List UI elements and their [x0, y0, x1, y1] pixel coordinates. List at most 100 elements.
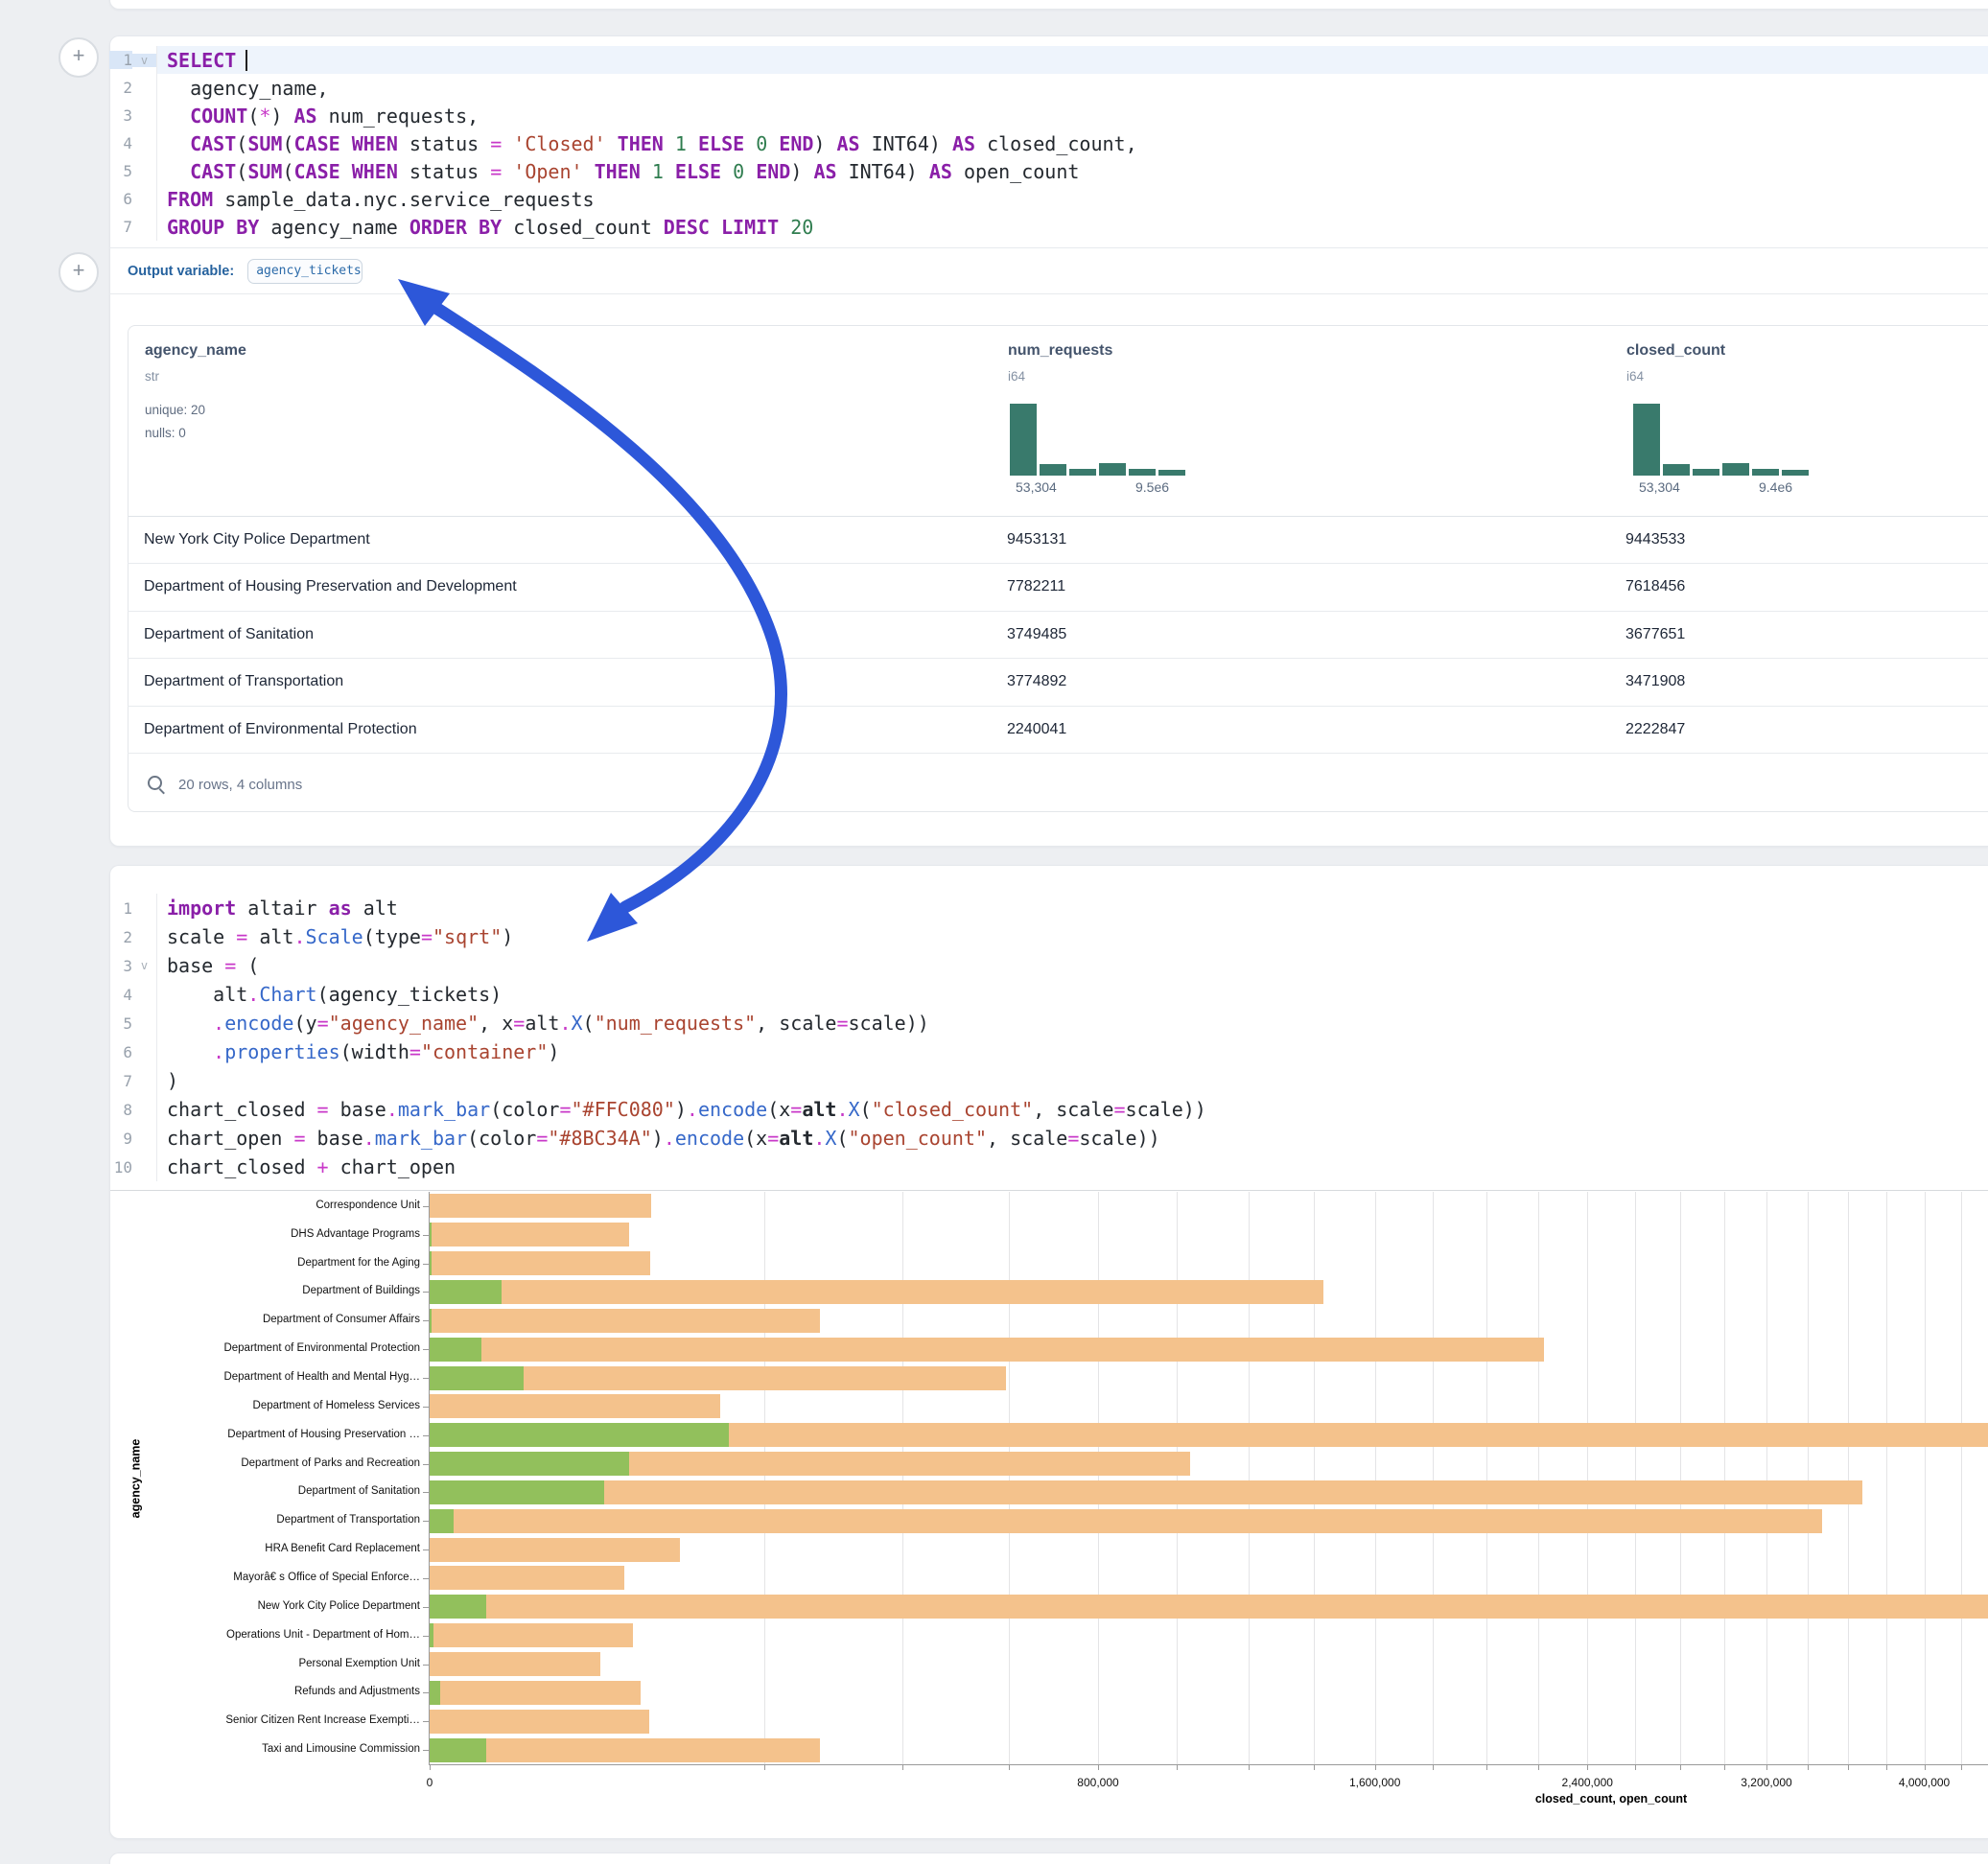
line-number: 3	[109, 957, 132, 975]
text-cursor	[246, 50, 247, 71]
add-cell-button-middle[interactable]: +	[58, 252, 99, 292]
x-axis-label: 1,600,000	[1318, 1776, 1433, 1789]
histogram-max-label: 9.4e6	[1759, 479, 1792, 495]
fold-chevron-icon[interactable]: v	[132, 54, 156, 67]
x-axis-tick	[1848, 1764, 1849, 1770]
x-axis-tick	[1098, 1764, 1099, 1770]
code-line[interactable]: 4 alt.Chart(agency_tickets)	[109, 980, 1988, 1009]
x-axis-tick	[1177, 1764, 1178, 1770]
code-line[interactable]: 1import altair as alt	[109, 894, 1988, 922]
histogram-bar	[1722, 463, 1749, 476]
bar-closed	[430, 1623, 633, 1647]
code-line[interactable]: 2 agency_name,	[109, 74, 1988, 102]
code-text: chart_closed + chart_open	[156, 1153, 1988, 1181]
gridline	[1724, 1192, 1725, 1764]
x-axis-tick	[1009, 1764, 1010, 1770]
code-line[interactable]: 7GROUP BY agency_name ORDER BY closed_co…	[109, 213, 1988, 241]
search-icon[interactable]	[146, 774, 167, 795]
x-axis-label: 2,400,000	[1530, 1776, 1645, 1789]
code-text: GROUP BY agency_name ORDER BY closed_cou…	[156, 213, 1988, 241]
bar-open	[430, 1280, 502, 1304]
table-row[interactable]: Department of Sanitation 3749485 3677651	[128, 611, 1988, 660]
y-axis-label: Department for the Aging	[144, 1257, 420, 1269]
x-axis-tick	[1314, 1764, 1315, 1770]
code-line[interactable]: 4 CAST(SUM(CASE WHEN status = 'Closed' T…	[109, 129, 1988, 157]
bar-open	[430, 1681, 440, 1705]
gridline	[1925, 1192, 1926, 1764]
x-axis-tick	[1486, 1764, 1487, 1770]
column-type-num-requests: i64	[1008, 369, 1025, 384]
code-line[interactable]: 8chart_closed = base.mark_bar(color="#FF…	[109, 1095, 1988, 1124]
code-line[interactable]: 5 CAST(SUM(CASE WHEN status = 'Open' THE…	[109, 157, 1988, 185]
line-number: 10	[109, 1158, 132, 1177]
gridline	[1587, 1192, 1588, 1764]
code-text: chart_closed = base.mark_bar(color="#FFC…	[156, 1095, 1988, 1124]
code-line[interactable]: 1vSELECT	[109, 46, 1988, 74]
gridline	[1848, 1192, 1849, 1764]
y-axis-label: Department of Buildings	[144, 1285, 420, 1296]
code-line[interactable]: 6FROM sample_data.nyc.service_requests	[109, 185, 1988, 213]
bar-closed	[430, 1309, 820, 1333]
x-axis-title: closed_count, open_count	[1467, 1792, 1755, 1806]
code-text: CAST(SUM(CASE WHEN status = 'Open' THEN …	[156, 157, 1988, 185]
code-line[interactable]: 3 COUNT(*) AS num_requests,	[109, 102, 1988, 129]
histogram-min-label: 53,304	[1639, 479, 1680, 495]
y-axis-label: Department of Sanitation	[144, 1485, 420, 1497]
code-line[interactable]: 3vbase = (	[109, 951, 1988, 980]
code-text: )	[156, 1066, 1988, 1095]
gridline	[1433, 1192, 1434, 1764]
table-footer: 20 rows, 4 columns	[128, 763, 302, 805]
code-line[interactable]: 2scale = alt.Scale(type="sqrt")	[109, 922, 1988, 951]
histogram-bar	[1099, 463, 1126, 476]
cell-agency-name: Department of Environmental Protection	[144, 706, 417, 754]
code-text: alt.Chart(agency_tickets)	[156, 980, 1988, 1009]
gridline	[1375, 1192, 1376, 1764]
gridline	[1098, 1192, 1099, 1764]
y-axis-label: New York City Police Department	[144, 1600, 420, 1612]
column-header-closed-count[interactable]: closed_count	[1626, 342, 1725, 360]
histogram-num-requests: 53,304 9.5e6	[1010, 404, 1186, 476]
y-axis-label: Operations Unit - Department of Hom…	[144, 1629, 420, 1641]
bar-closed	[430, 1509, 1822, 1533]
cell-num-requests: 3749485	[1007, 611, 1066, 659]
code-line[interactable]: 5 .encode(y="agency_name", x=alt.X("num_…	[109, 1009, 1988, 1037]
y-axis-label: Correspondence Unit	[144, 1200, 420, 1211]
table-row[interactable]: Department of Housing Preservation and D…	[128, 563, 1988, 612]
line-number: 3	[109, 106, 132, 125]
line-number: 5	[109, 162, 132, 180]
add-cell-button-top[interactable]: +	[58, 37, 99, 78]
bar-open	[430, 1595, 486, 1619]
bar-closed	[430, 1710, 649, 1734]
cell-closed-count: 3677651	[1625, 611, 1685, 659]
line-number: 2	[109, 928, 132, 946]
gridline	[1808, 1192, 1809, 1764]
gridline	[1538, 1192, 1539, 1764]
table-row[interactable]: Department of Environmental Protection22…	[128, 706, 1988, 755]
bar-closed	[430, 1738, 820, 1762]
code-line[interactable]: 6 .properties(width="container")	[109, 1037, 1988, 1066]
line-number: 5	[109, 1014, 132, 1033]
code-line[interactable]: 7)	[109, 1066, 1988, 1095]
cell-agency-name: Department of Transportation	[144, 658, 343, 706]
output-variable-pill[interactable]: agency_tickets	[247, 259, 363, 284]
gridline	[1886, 1192, 1887, 1764]
code-line[interactable]: 9chart_open = base.mark_bar(color="#8BC3…	[109, 1124, 1988, 1153]
column-stat-nulls: nulls: 0	[145, 426, 186, 440]
column-header-agency-name[interactable]: agency_name	[145, 342, 246, 360]
gridline	[1314, 1192, 1315, 1764]
gridline	[1249, 1192, 1250, 1764]
y-axis-label: DHS Advantage Programs	[144, 1228, 420, 1240]
y-axis-label: Department of Transportation	[144, 1514, 420, 1526]
column-header-num-requests[interactable]: num_requests	[1008, 342, 1112, 360]
cell-agency-name: Department of Sanitation	[144, 611, 314, 659]
x-axis-tick	[1724, 1764, 1725, 1770]
table-row[interactable]: Department of Transportation377489234719…	[128, 658, 1988, 707]
table-row[interactable]: New York City Police Department945313194…	[128, 516, 1988, 565]
code-line[interactable]: 10 chart_closed + chart_open	[109, 1153, 1988, 1181]
x-axis-tick	[764, 1764, 765, 1770]
cell-agency-name: New York City Police Department	[144, 516, 370, 564]
fold-chevron-icon[interactable]: v	[132, 959, 156, 972]
gridline	[902, 1192, 903, 1764]
bar-open	[430, 1509, 454, 1533]
x-axis-tick	[1808, 1764, 1809, 1770]
